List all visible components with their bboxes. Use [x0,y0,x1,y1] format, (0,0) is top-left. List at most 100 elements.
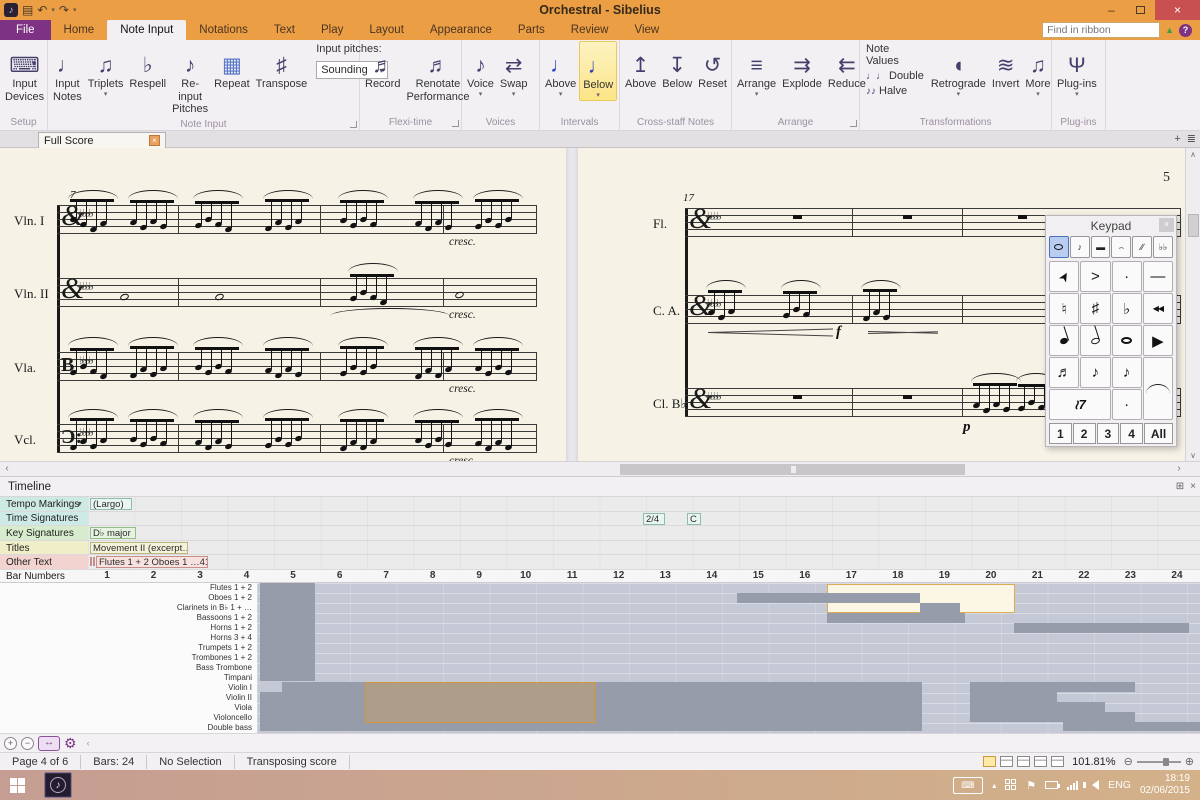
touch-keyboard-icon[interactable]: ⌨ [953,777,983,794]
voice-button-1[interactable]: 1 [1049,423,1072,444]
sharp-key[interactable]: ♯ [1080,293,1110,324]
restore-button[interactable] [1126,0,1155,20]
timeline-row-content-time-signatures[interactable]: 2/4 C [88,512,1200,526]
quarter-note-2-key[interactable]: ♪ [1112,357,1142,388]
tab-close-icon[interactable]: × [149,135,160,146]
sixteenth-note-key[interactable]: ♬ [1049,357,1079,388]
find-in-ribbon-input[interactable] [1042,22,1160,38]
triplets-button[interactable]: ♫Triplets▾ [85,41,127,99]
timeline-settings-gear-icon[interactable]: ⚙ [64,735,77,752]
zoom-slider-thumb[interactable] [1163,758,1169,766]
double-button[interactable]: ♩♩Double [866,70,924,82]
dialog-launcher-icon[interactable] [850,120,857,127]
minimize-button[interactable]: – [1097,0,1126,20]
record-button[interactable]: ♬Record [362,41,403,92]
ribbon-tab-note-input[interactable]: Note Input [107,20,186,40]
rewind-key[interactable]: ◀◀ [1143,293,1173,324]
timeline-collapse-chevron-icon[interactable]: ‹ [87,738,90,748]
vertical-scrollbar[interactable]: ∧ ∨ [1185,148,1200,462]
battery-icon[interactable] [1045,781,1058,789]
page-view-icon[interactable] [983,756,996,767]
full-width-view-icon[interactable] [1051,756,1064,767]
half-note-key[interactable] [1080,325,1110,356]
timeline-row-content-key-signatures[interactable]: D♭ major [88,526,1200,540]
swap-button[interactable]: ⇄Swap▾ [497,41,531,99]
natural-key[interactable]: ♮ [1049,293,1079,324]
voice-button-3[interactable]: 3 [1097,423,1120,444]
bar-numbers-row[interactable]: Bar Numbers12345678910111213141516171819… [0,570,1200,583]
rest-key[interactable]: ≀7 [1049,389,1111,420]
tab-full-score[interactable]: Full Score × [38,132,166,148]
timeline-row-content-titles[interactable]: Movement II (excerpt… [88,541,1200,555]
timeline-row-content-tempo-markings[interactable]: (Largo) [88,497,1200,511]
quarter-note-key[interactable] [1049,325,1079,356]
timeline-row-content-other-text[interactable]: Flutes 1 + 2 Oboes 1 …41… [88,555,1200,569]
common-notes-tab[interactable] [1049,236,1069,258]
timeline-event-chip[interactable]: D♭ major [90,527,136,539]
timeline-row-label-tempo-markings[interactable]: Tempo Markings▼ [0,497,88,511]
zoom-slider[interactable] [1137,761,1181,763]
ribbon-tab-layout[interactable]: Layout [356,20,417,40]
timeline-event-chip[interactable]: 2/4 [643,513,665,525]
more-button[interactable]: ♫More▾ [1022,41,1053,99]
timeline-row-label-titles[interactable]: Titles [0,541,88,555]
taskbar-sibelius-icon[interactable]: ♪ [44,772,72,798]
start-button[interactable] [0,770,34,800]
respell-button[interactable]: ♭Respell [126,41,169,92]
cross-staff-reset-button[interactable]: ↺Reset [695,41,730,92]
timeline-float-icon[interactable]: ⊞ [1176,481,1184,492]
whole-note-key[interactable] [1112,325,1142,356]
timeline-zoom-out-button[interactable]: − [21,737,34,750]
articulations-tab[interactable]: ⌢ [1111,236,1131,258]
timeline-event-chip[interactable]: C [687,513,701,525]
scroll-up-icon[interactable]: ∧ [1186,148,1200,161]
spread-view-icon[interactable] [1017,756,1030,767]
augmentation-dot-key[interactable]: · [1112,389,1142,420]
accidentals-tab[interactable]: ♭♭ [1153,236,1173,258]
keypad-close-icon[interactable]: × [1159,218,1174,232]
ribbon-tab-parts[interactable]: Parts [505,20,558,40]
voice-button-2[interactable]: 2 [1073,423,1096,444]
new-tab-icon[interactable]: + [1174,133,1180,145]
single-page-view-icon[interactable] [1034,756,1047,767]
cross-staff-above-button[interactable]: ↥Above [622,41,659,92]
transpose-button[interactable]: ♯Transpose [253,41,311,92]
timeline-close-icon[interactable]: × [1190,481,1196,492]
speaker-icon[interactable] [1087,780,1099,790]
beams-tremolos-tab[interactable]: ▬ [1091,236,1111,258]
voice-button-all[interactable]: All [1144,423,1173,444]
timeline-event-chip[interactable]: (Largo) [90,498,132,510]
interval-above-button[interactable]: ♩Above▾ [542,41,579,99]
invert-button[interactable]: ≋Invert [989,41,1023,92]
tab-list-icon[interactable]: ≣ [1187,132,1196,145]
flat-key[interactable]: ♭ [1112,293,1142,324]
ribbon-tab-text[interactable]: Text [261,20,308,40]
ribbon-tab-appearance[interactable]: Appearance [417,20,505,40]
eighth-note-key[interactable]: ♪ [1080,357,1110,388]
score-page-4[interactable]: 7Vln. I&♭♭♭♭cresc.Vln. II&♭♭♭♭cresc.Vla.… [0,148,566,462]
timeline-row-label-other-text[interactable]: Other Text [0,555,88,569]
timeline-row-label-time-signatures[interactable]: Time Signatures [0,512,88,526]
ribbon-tab-play[interactable]: Play [308,20,356,40]
accent-key[interactable]: > [1080,261,1110,292]
halve-button[interactable]: ♪♪Halve [866,85,924,97]
language-indicator[interactable]: ENG [1108,779,1131,791]
timeline-zoom-in-button[interactable]: + [4,737,17,750]
action-center-flag-icon[interactable]: ⚑ [1026,779,1036,792]
plug-ins-button[interactable]: ΨPlug-ins▾ [1054,41,1100,99]
timeline-fit-width-button[interactable]: ↔ [38,736,60,751]
help-icon[interactable]: ? [1179,24,1192,37]
cross-staff-below-button[interactable]: ↧Below [659,41,695,92]
retrograde-button[interactable]: ◖Retrograde▾ [928,41,989,99]
explode-button[interactable]: ⇉Explode [779,41,825,92]
zoom-in-icon[interactable]: ⊕ [1185,755,1194,768]
arrange-button[interactable]: ≡Arrange▾ [734,41,779,99]
tray-windows-icon[interactable] [1005,779,1017,791]
repeat-button[interactable]: ▦Repeat [211,41,252,92]
more-notes-tab[interactable]: ♪ [1070,236,1090,258]
horizontal-scroll-thumb[interactable] [620,464,965,475]
tie-key[interactable] [1143,357,1173,420]
voice-button-4[interactable]: 4 [1120,423,1143,444]
scroll-right-icon[interactable]: › [1172,462,1186,477]
jazz-articulations-tab[interactable]: ∕∕ [1132,236,1152,258]
